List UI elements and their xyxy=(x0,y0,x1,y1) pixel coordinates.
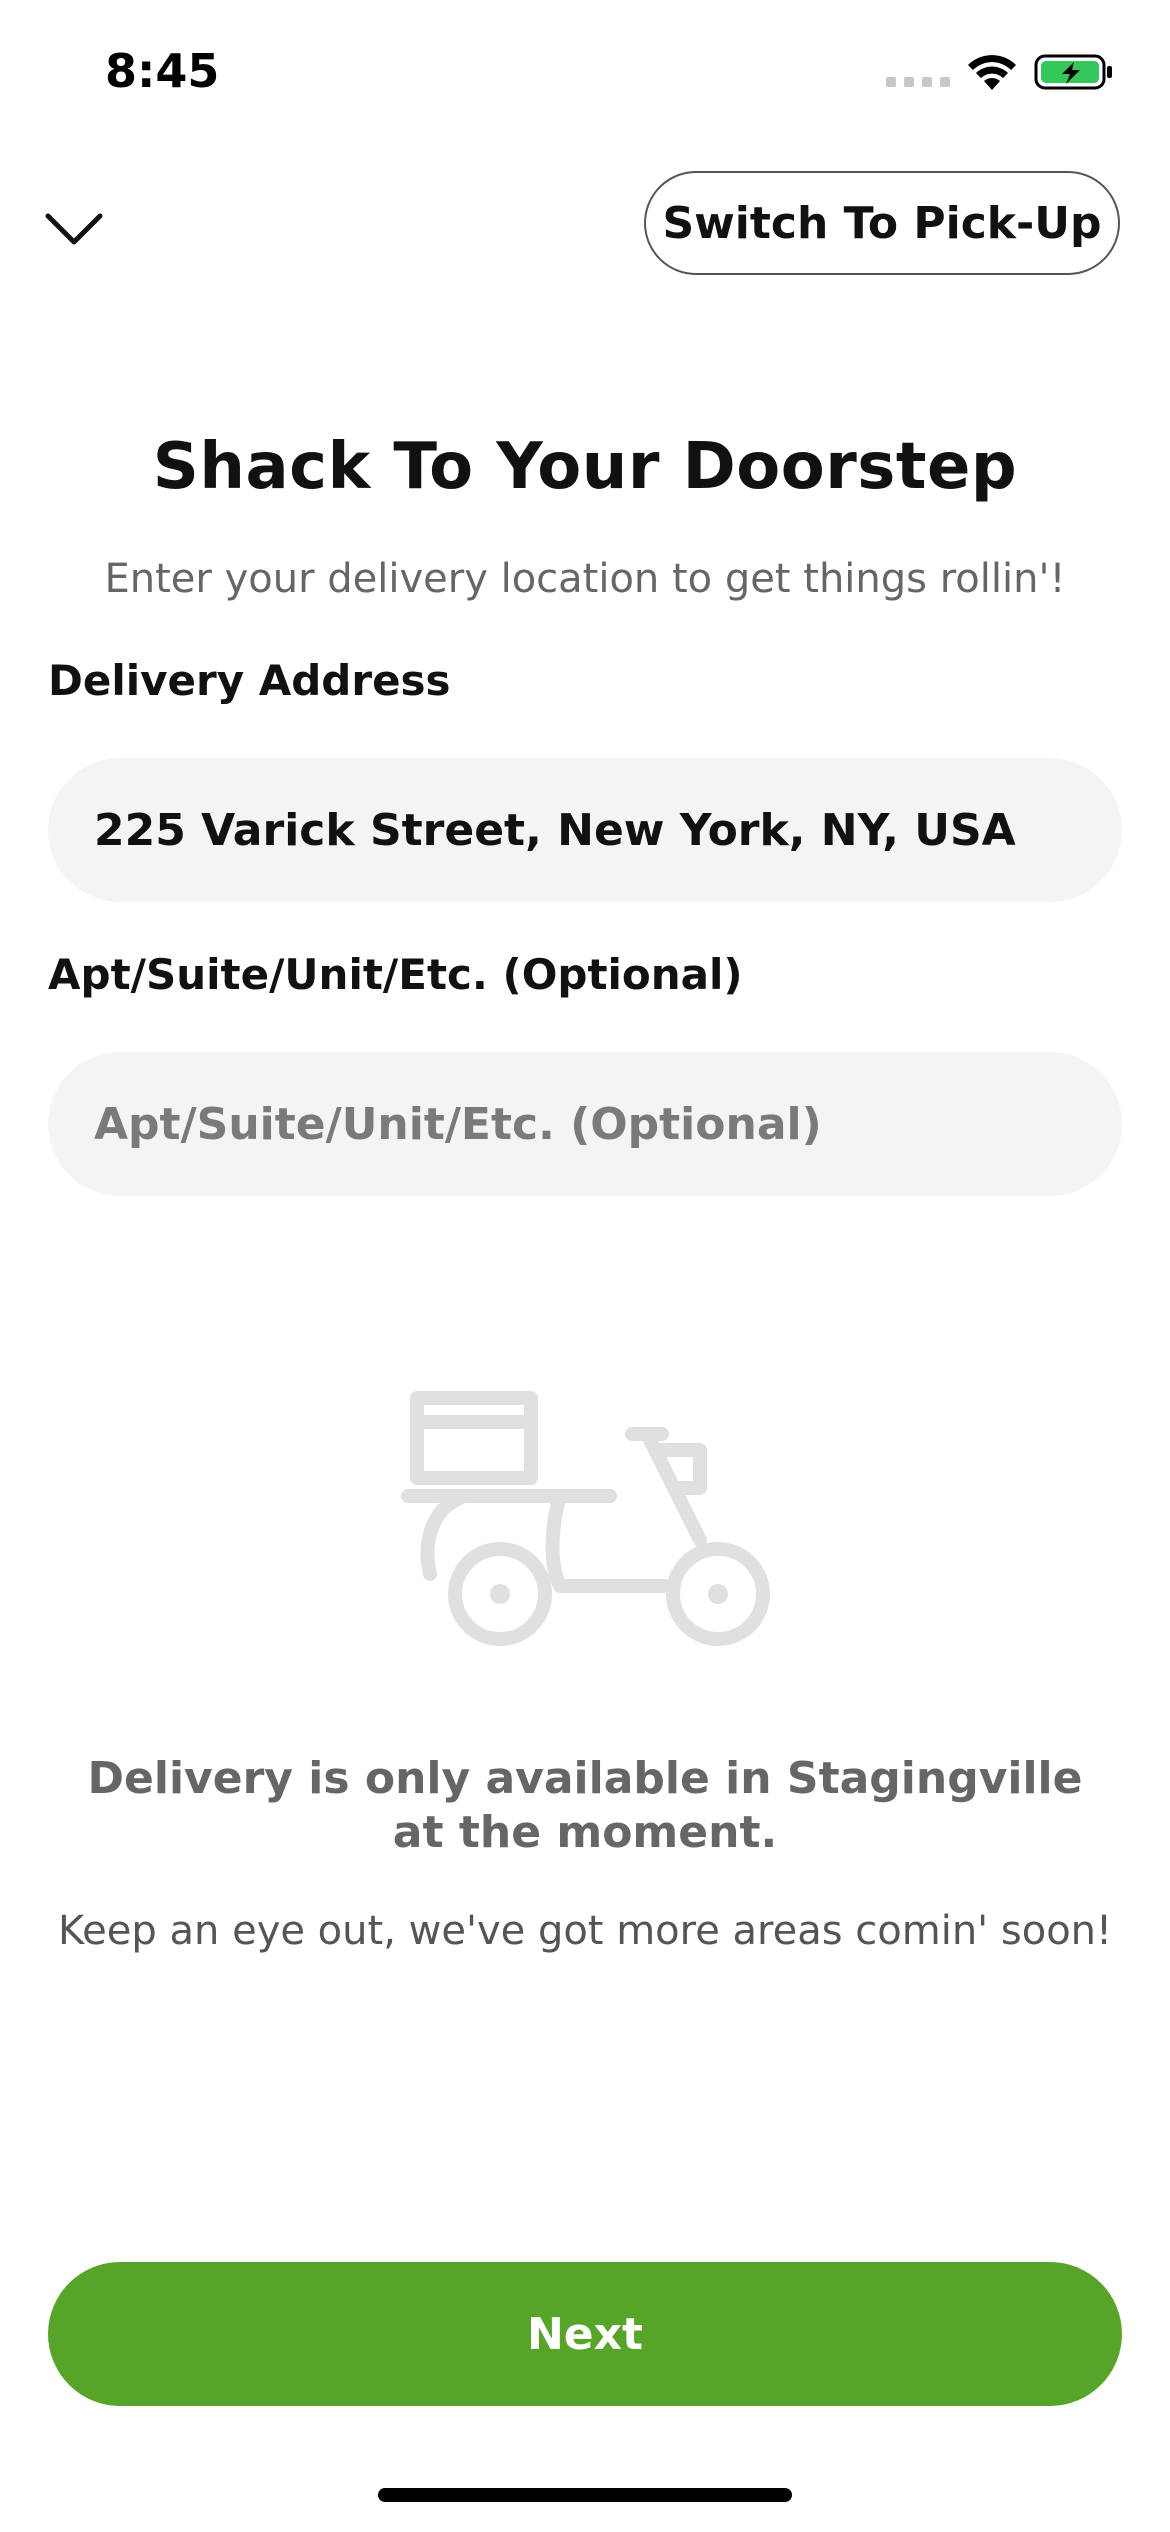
chevron-down-icon[interactable] xyxy=(44,200,104,260)
page-title: Shack To Your Doorstep xyxy=(152,430,1018,504)
next-button[interactable]: Next xyxy=(48,2262,1122,2406)
delivery-availability-subtext: Keep an eye out, we've got more areas co… xyxy=(57,1908,1113,1954)
switch-to-pickup-button[interactable]: Switch To Pick-Up xyxy=(644,171,1120,275)
battery-charging-icon xyxy=(1034,54,1112,90)
page-subtitle: Enter your delivery location to get thin… xyxy=(104,556,1066,602)
apt-label: Apt/Suite/Unit/Etc. (Optional) xyxy=(48,950,743,999)
apt-field[interactable] xyxy=(48,1052,1122,1196)
signal-icon xyxy=(886,57,950,87)
status-icons xyxy=(886,52,1114,92)
apt-input[interactable] xyxy=(94,1098,1122,1150)
wifi-icon xyxy=(968,55,1016,90)
status-time: 8:45 xyxy=(105,44,220,98)
delivery-availability-notice: Delivery is only available in Stagingvil… xyxy=(87,1753,1083,1858)
delivery-address-label: Delivery Address xyxy=(48,656,451,705)
delivery-scooter-icon xyxy=(401,1391,770,1646)
home-indicator[interactable] xyxy=(378,2488,792,2502)
delivery-address-screen: 8:45 Switch To Pick-Up Shack To Your Doo… xyxy=(0,0,1170,2532)
delivery-address-field[interactable]: 225 Varick Street, New York, NY, USA xyxy=(48,758,1122,902)
delivery-address-value[interactable]: 225 Varick Street, New York, NY, USA xyxy=(94,805,1016,856)
